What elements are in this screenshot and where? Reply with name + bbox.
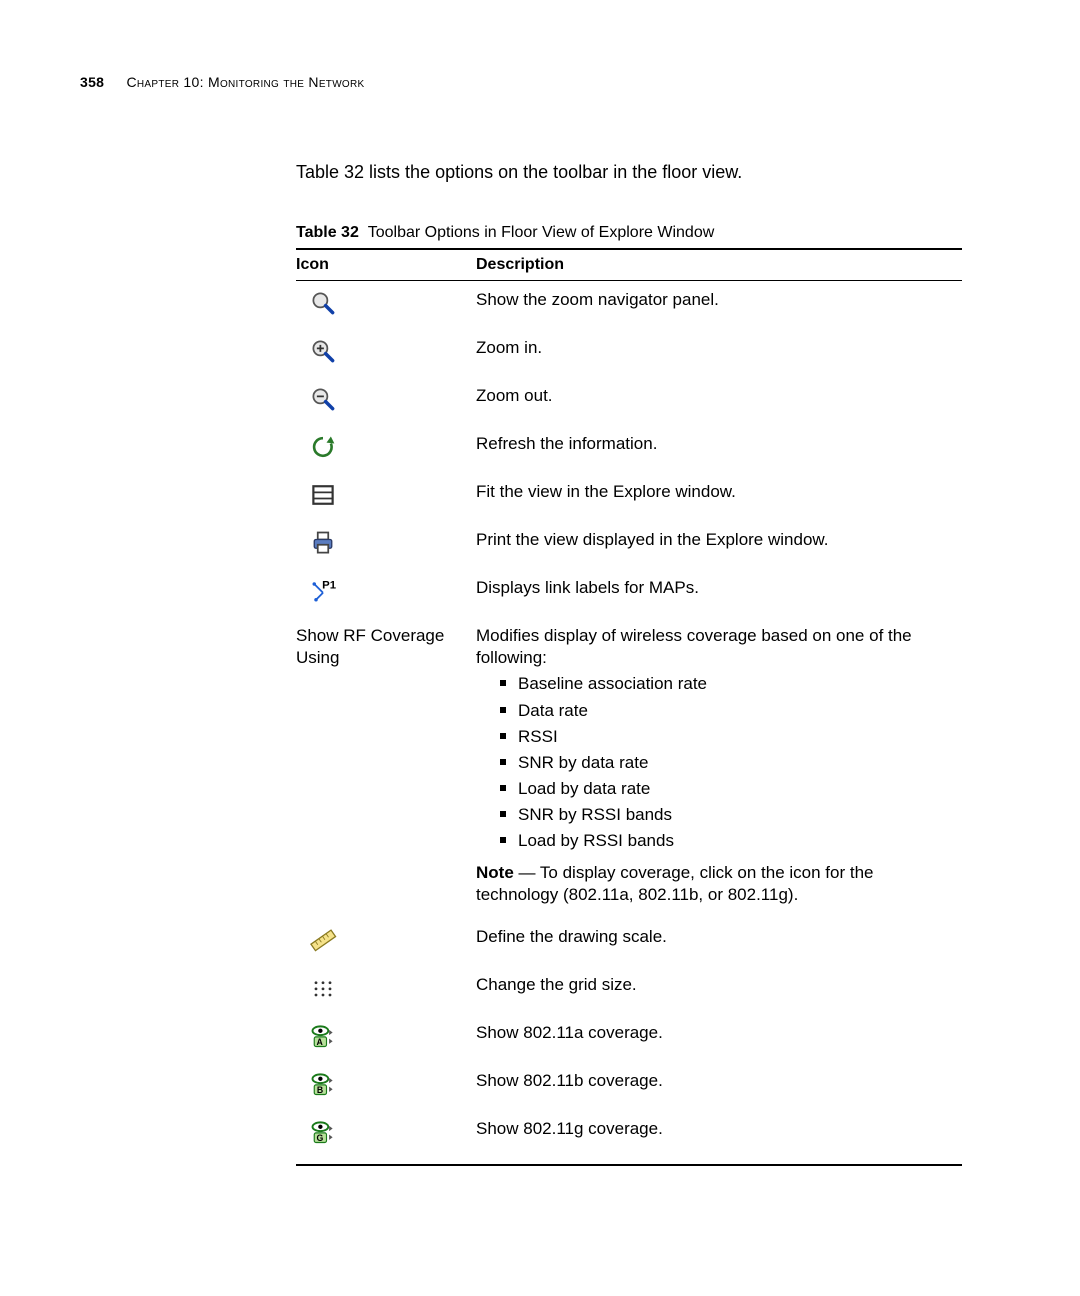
row-desc: Show 802.11a coverage.: [476, 1014, 962, 1062]
running-head-title: Monitoring the Network: [208, 74, 365, 90]
table-row: B Show 802.11b coverage.: [296, 1062, 962, 1110]
fit-view-icon: [306, 481, 340, 509]
row-desc: Define the drawing scale.: [476, 918, 962, 966]
table-row: P1 Displays link labels for MAPs.: [296, 569, 962, 617]
toolbar-options-table: Icon Description Show the: [296, 248, 962, 1166]
intro-text: Table 32 lists the options on the toolba…: [296, 160, 962, 184]
row-desc: Displays link labels for MAPs.: [476, 569, 962, 617]
rf-coverage-label-line2: Using: [296, 648, 339, 667]
note-label: Note: [476, 863, 514, 882]
table-row: Show RF Coverage Using Modifies display …: [296, 617, 962, 918]
row-desc: Print the view displayed in the Explore …: [476, 521, 962, 569]
row-desc: Refresh the information.: [476, 425, 962, 473]
svg-text:A: A: [316, 1037, 323, 1047]
rf-note: Note — To display coverage, click on the…: [476, 862, 956, 906]
table-row: Zoom out.: [296, 377, 962, 425]
coverage-80211b-icon: B: [306, 1070, 340, 1098]
table-row: Change the grid size.: [296, 966, 962, 1014]
page-number: 358: [80, 74, 104, 90]
table-row: Zoom in.: [296, 329, 962, 377]
content-area: Table 32 lists the options on the toolba…: [296, 70, 962, 1166]
list-item: SNR by RSSI bands: [500, 804, 956, 826]
print-icon: [306, 529, 340, 557]
table-row: Print the view displayed in the Explore …: [296, 521, 962, 569]
column-header-desc: Description: [476, 249, 962, 281]
rf-coverage-label: Show RF Coverage Using: [296, 625, 470, 668]
table-caption: Table 32 Toolbar Options in Floor View o…: [296, 224, 962, 242]
svg-text:P1: P1: [322, 580, 336, 592]
row-desc: Fit the view in the Explore window.: [476, 473, 962, 521]
ruler-icon: [306, 926, 340, 954]
table-row: Refresh the information.: [296, 425, 962, 473]
row-desc: Show 802.11b coverage.: [476, 1062, 962, 1110]
table-caption-title: Toolbar Options in Floor View of Explore…: [368, 224, 715, 241]
row-desc: Change the grid size.: [476, 966, 962, 1014]
note-text: — To display coverage, click on the icon…: [476, 863, 874, 904]
zoom-in-icon: [306, 337, 340, 365]
running-head-prefix: Chapter 10:: [126, 74, 208, 90]
rf-bullets: Baseline association rate Data rate RSSI…: [500, 673, 956, 852]
list-item: Load by RSSI bands: [500, 830, 956, 852]
coverage-80211g-icon: G: [306, 1118, 340, 1146]
row-desc: Show the zoom navigator panel.: [476, 281, 962, 330]
zoom-out-icon: [306, 385, 340, 413]
column-header-icon: Icon: [296, 249, 476, 281]
list-item: Baseline association rate: [500, 673, 956, 695]
rf-coverage-label-line1: Show RF Coverage: [296, 626, 444, 645]
table-row: G Show 802.11g coverage.: [296, 1110, 962, 1165]
grid-size-icon: [306, 974, 340, 1002]
table-caption-label: Table 32: [296, 224, 359, 241]
table-row: Fit the view in the Explore window.: [296, 473, 962, 521]
zoom-navigator-icon: [306, 289, 340, 317]
list-item: Load by data rate: [500, 778, 956, 800]
list-item: SNR by data rate: [500, 752, 956, 774]
row-desc-lead: Modifies display of wireless coverage ba…: [476, 625, 956, 669]
row-desc: Zoom out.: [476, 377, 962, 425]
list-item: Data rate: [500, 700, 956, 722]
table-row: Show the zoom navigator panel.: [296, 281, 962, 330]
refresh-icon: [306, 433, 340, 461]
svg-text:G: G: [316, 1133, 323, 1143]
coverage-80211a-icon: A: [306, 1022, 340, 1050]
svg-text:B: B: [317, 1085, 323, 1095]
table-row: A Show 802.11a coverage.: [296, 1014, 962, 1062]
row-desc: Zoom in.: [476, 329, 962, 377]
link-labels-icon: P1: [306, 577, 340, 605]
row-desc: Show 802.11g coverage.: [476, 1110, 962, 1165]
page: 358 Chapter 10: Monitoring the Network T…: [0, 0, 1080, 1296]
table-row: Define the drawing scale.: [296, 918, 962, 966]
list-item: RSSI: [500, 726, 956, 748]
running-head: 358 Chapter 10: Monitoring the Network: [80, 74, 365, 90]
